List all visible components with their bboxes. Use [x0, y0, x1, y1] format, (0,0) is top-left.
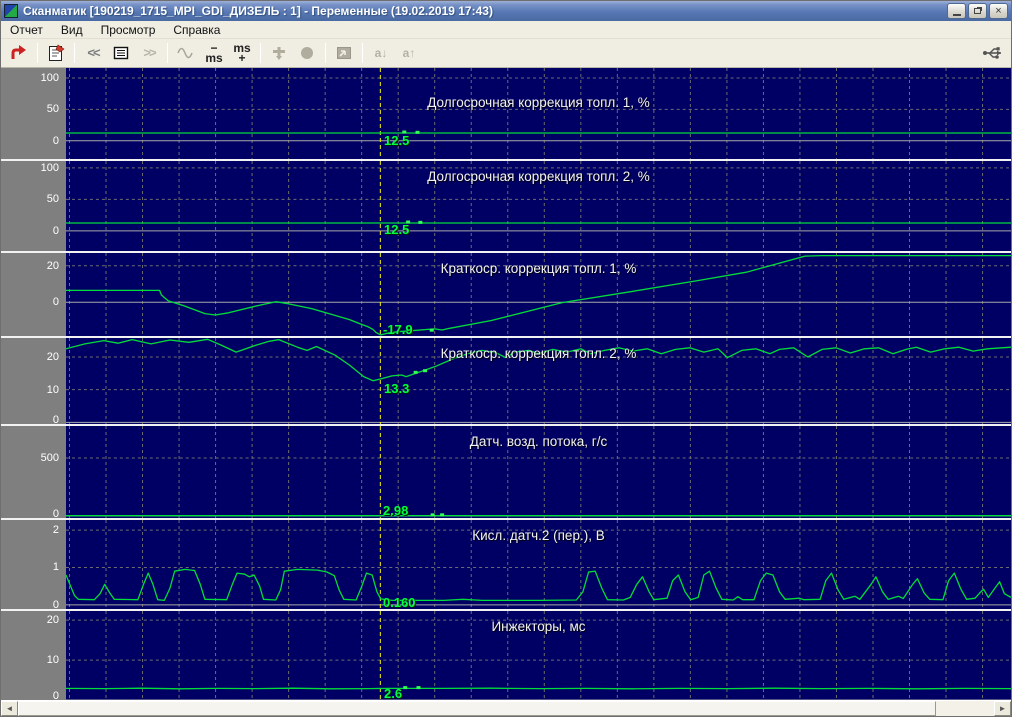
y-axis-gutter-1: 100 50 0 [1, 68, 66, 159]
signal-trace [66, 339, 1011, 381]
signal-trace [66, 688, 1011, 689]
toolbar-separator [260, 43, 261, 63]
toolbar-separator [362, 43, 363, 63]
y-axis-tick: 50 [47, 192, 59, 206]
marker-button[interactable] [266, 41, 292, 65]
record-circle-icon [299, 45, 315, 61]
toolbar-separator [37, 43, 38, 63]
y-axis-tick: 20 [47, 350, 59, 364]
scroll-left-icon: ◄ [6, 704, 14, 713]
restore-button[interactable] [968, 3, 987, 19]
scroll-right-icon: ► [999, 704, 1007, 713]
wave-button[interactable] [173, 41, 199, 65]
title-bar: Сканматик [190219_1715_MPI_GDI_ДИЗЕЛЬ : … [1, 1, 1011, 21]
menu-bar: Отчет Вид Просмотр Справка [1, 21, 1011, 39]
close-button[interactable]: × [989, 3, 1008, 19]
y-axis-tick: 0 [53, 224, 59, 238]
font-smaller-icon: a↓ [375, 48, 388, 58]
plot-region-1[interactable]: Долгосрочная коррекция топл. 1, %12.5 [66, 68, 1011, 159]
y-axis-tick: 1 [53, 560, 59, 574]
toolbar-separator [167, 43, 168, 63]
prev-screen-button[interactable]: << [80, 41, 106, 65]
toolbar-separator [325, 43, 326, 63]
exit-button[interactable] [6, 41, 32, 65]
next-icon: >> [143, 48, 154, 58]
plot-region-3[interactable]: Краткоср. коррекция топл. 1, %-17.9 [66, 253, 1011, 336]
plot-region-4[interactable]: Краткоср. коррекция топл. 2, %13.3 [66, 338, 1011, 424]
y-axis-gutter-3: 20 0 [1, 253, 66, 336]
y-axis-tick: 0 [53, 413, 59, 427]
font-larger-icon: a↑ [403, 48, 416, 58]
plot-region-5[interactable]: Датч. возд. потока, г/с2.98 [66, 426, 1011, 518]
menu-report[interactable]: Отчет [1, 22, 52, 38]
y-axis-tick: 10 [47, 383, 59, 397]
scroll-left-button[interactable]: ◄ [1, 701, 18, 716]
prev-icon: << [87, 48, 98, 58]
report-button[interactable] [43, 41, 69, 65]
toolbar-separator [74, 43, 75, 63]
time-scale-in-button[interactable]: ms+ [229, 41, 255, 65]
chart-panel-2: 100 50 0 Долгосрочная коррекция топл. 2, %1… [1, 161, 1011, 253]
y-axis-gutter-5: 500 0 [1, 426, 66, 518]
red-return-arrow-icon [10, 45, 28, 61]
y-axis-tick: 0 [53, 134, 59, 148]
font-smaller-button[interactable]: a↓ [368, 41, 394, 65]
y-axis-gutter-4: 20 10 0 [1, 338, 66, 424]
menu-help[interactable]: Справка [164, 22, 229, 38]
y-axis-gutter-2: 100 50 0 [1, 161, 66, 251]
chart-panel-7: 20100Инжекторы, мс2.6 [1, 611, 1011, 700]
y-axis-tick: 20 [47, 613, 59, 627]
y-axis-tick: 100 [41, 71, 59, 85]
signal-trace [66, 569, 1011, 600]
minimize-button[interactable] [947, 3, 966, 19]
y-axis-tick: 50 [47, 102, 59, 116]
plot-region-2[interactable]: Долгосрочная коррекция топл. 2, %12.5 [66, 161, 1011, 251]
usb-status-button[interactable] [980, 41, 1006, 65]
signal-trace [66, 256, 1011, 335]
y-axis-tick: 2 [53, 523, 59, 537]
chart-area: +4:20.000 5 s/div 100500Долгосрочная кор… [1, 68, 1011, 700]
usb-connector-icon [982, 44, 1004, 62]
y-axis-tick: 20 [47, 259, 59, 273]
next-screen-button[interactable]: >> [136, 41, 162, 65]
image-export-icon [336, 46, 352, 60]
wave-icon [177, 46, 195, 60]
time-scale-out-button[interactable]: −ms [201, 41, 227, 65]
record-button[interactable] [294, 41, 320, 65]
minimize-icon [953, 14, 961, 16]
chart-panel-3: 20 0 Краткоср. коррекция топл. 1, %-17.9 [1, 253, 1011, 338]
y-axis-tick: 0 [53, 295, 59, 309]
toolbar: << >> −ms ms+ [1, 39, 1011, 68]
chart-panel-1: 100 50 0 Долгосрочная коррекция топл. 1, %1… [1, 68, 1011, 161]
y-axis-tick: 0 [53, 507, 59, 521]
plot-region-7[interactable]: Инжекторы, мс2.6 [66, 611, 1011, 700]
scroll-right-button[interactable]: ► [994, 701, 1011, 716]
chart-panel-5: 500 0 Датч. возд. потока, г/с2.98 [1, 426, 1011, 520]
chart-panel-4: 20 10 0 Краткоср. коррекция топл. 2, %13.3 [1, 338, 1011, 426]
crosshair-marker-icon [271, 45, 287, 61]
chart-panel-6: 2 1 0 Кисл. датч.2 (пер.), В0.160 [1, 520, 1011, 611]
close-icon: × [995, 6, 1001, 17]
notepad-icon [48, 44, 65, 62]
scrollbar-thumb[interactable] [18, 701, 936, 716]
y-axis-tick: 10 [47, 653, 59, 667]
menu-browse[interactable]: Просмотр [92, 22, 165, 38]
horizontal-scrollbar: ◄ ► [1, 700, 1011, 716]
app-icon [4, 4, 18, 18]
y-axis-tick: 0 [53, 598, 59, 612]
app-window: Сканматик [190219_1715_MPI_GDI_ДИЗЕЛЬ : … [0, 0, 1012, 717]
list-icon [113, 46, 129, 60]
window-title: Сканматик [190219_1715_MPI_GDI_ДИЗЕЛЬ : … [23, 4, 945, 18]
y-axis-gutter-6: 2 1 0 [1, 520, 66, 609]
y-axis-gutter-7: 20100 [1, 611, 66, 700]
plot-region-6[interactable]: Кисл. датч.2 (пер.), В0.160 [66, 520, 1011, 609]
restore-icon [974, 8, 981, 14]
font-larger-button[interactable]: a↑ [396, 41, 422, 65]
y-axis-tick: 500 [41, 451, 59, 465]
plus-icon: + [238, 51, 245, 65]
list-button[interactable] [108, 41, 134, 65]
y-axis-tick: 100 [41, 161, 59, 175]
menu-view[interactable]: Вид [52, 22, 92, 38]
snapshot-button[interactable] [331, 41, 357, 65]
